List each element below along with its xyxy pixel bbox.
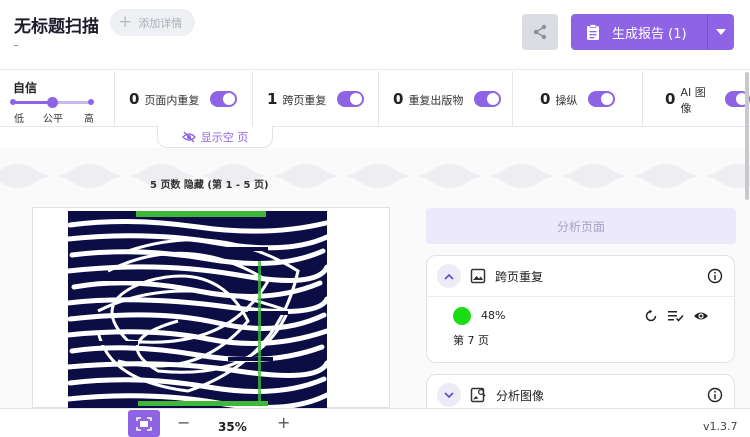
stat-label: 页面内重复 <box>144 94 200 107</box>
confidence-mid-label: 公平 <box>43 114 63 125</box>
match-similarity-indicator <box>453 307 471 325</box>
refresh-button[interactable] <box>642 307 660 325</box>
match-page-link[interactable]: 第 7 页 <box>453 332 489 348</box>
stat-duplicate-publications: 0 重复出版物 <box>378 71 512 127</box>
add-detail-button[interactable]: + 添加详情 <box>110 9 195 36</box>
page-separator-wave <box>0 164 750 196</box>
duplicate-publications-toggle[interactable] <box>474 91 502 107</box>
image-analysis-card-title: 分析图像 <box>496 388 545 403</box>
stat-count: 1 <box>267 90 278 108</box>
image-search-icon <box>470 387 486 403</box>
add-detail-label: 添加详情 <box>138 16 183 30</box>
stat-count: 0 <box>540 90 551 108</box>
stat-label: 操纵 <box>555 94 578 107</box>
stat-count: 0 <box>665 90 676 108</box>
stat-label: AI 图像 <box>680 86 706 115</box>
stat-count: 0 <box>393 90 404 108</box>
stat-label: 跨页重复 <box>282 94 327 107</box>
zoom-out-button[interactable]: − <box>177 413 190 432</box>
confidence-slider-group: 自信 低 公平 高 <box>0 71 112 127</box>
within-page-toggle[interactable] <box>210 91 238 107</box>
vertical-scrollbar[interactable] <box>745 72 749 200</box>
image-icon <box>470 268 486 284</box>
info-icon[interactable] <box>707 387 723 403</box>
info-icon[interactable] <box>707 268 723 284</box>
review-list-button[interactable] <box>667 307 685 325</box>
clipboard-icon <box>587 23 599 40</box>
hidden-pages-label: 5 页数 隐藏 (第 1 - 5 页) <box>150 180 269 191</box>
manipulation-toggle[interactable] <box>588 91 616 107</box>
confidence-high-label: 高 <box>84 114 94 125</box>
stat-cross-page-duplicates: 1 跨页重复 <box>252 71 376 127</box>
plus-icon: + <box>118 12 133 32</box>
zoom-in-button[interactable]: + <box>277 413 290 432</box>
eye-icon <box>694 312 708 320</box>
generate-report-button[interactable]: 生成报告 (1) <box>571 14 707 50</box>
view-match-button[interactable] <box>692 307 710 325</box>
match-percent: 48% <box>481 309 506 322</box>
cross-page-card-header[interactable]: 跨页重复 <box>427 256 734 296</box>
analyze-page-label: 分析页面 <box>556 219 605 234</box>
playlist-check-icon <box>668 311 684 322</box>
stat-label: 重复出版物 <box>408 94 464 107</box>
scanned-page-image[interactable] <box>68 211 327 408</box>
redacted-page-scribble <box>68 211 327 408</box>
stat-within-page-duplicates: 0 页面内重复 <box>114 71 238 127</box>
confidence-low-label: 低 <box>14 114 24 125</box>
app-header: 无标题扫描 + 添加详情 生成报告 (1) <box>0 0 750 70</box>
chevron-down-icon <box>444 391 454 398</box>
fit-to-screen-button[interactable] <box>128 410 160 437</box>
share-button[interactable] <box>522 14 558 50</box>
cross-page-toggle[interactable] <box>337 91 365 107</box>
show-empty-pages-button[interactable]: 显示空 页 <box>157 126 273 148</box>
zoom-level: 35% <box>218 420 247 434</box>
caret-down-icon <box>716 29 726 35</box>
eye-off-icon <box>181 131 196 142</box>
title-underline <box>14 45 18 46</box>
report-dropdown-button[interactable] <box>707 14 734 50</box>
zoom-toolbar <box>0 408 750 437</box>
chevron-up-icon <box>444 273 454 280</box>
stat-manipulation: 0 操纵 <box>512 71 642 127</box>
document-title[interactable]: 无标题扫描 <box>14 12 99 37</box>
expand-button[interactable] <box>437 383 461 407</box>
cross-page-duplicate-card: 跨页重复 48% 第 7 页 <box>426 255 735 363</box>
fit-screen-icon <box>136 416 152 431</box>
confidence-stop-low[interactable] <box>10 99 16 105</box>
confidence-label: 自信 <box>13 81 38 95</box>
share-icon <box>533 24 547 40</box>
show-empty-pages-label: 显示空 页 <box>200 130 249 144</box>
detection-stats-bar: 自信 低 公平 高 0 页面内重复 1 跨页重复 0 重复出版物 0 操纵 0 … <box>0 71 750 127</box>
analyze-page-button[interactable]: 分析页面 <box>426 208 736 244</box>
stat-count: 0 <box>129 90 140 108</box>
stat-ai-images: 0 AI 图像 <box>642 71 750 127</box>
cross-page-card-title: 跨页重复 <box>495 269 544 284</box>
generate-report-label: 生成报告 (1) <box>612 26 687 42</box>
refresh-icon <box>645 309 657 322</box>
card-divider <box>427 296 734 297</box>
collapse-button[interactable] <box>437 264 461 288</box>
confidence-slider-handle[interactable] <box>47 97 58 108</box>
confidence-stop-high[interactable] <box>88 99 94 105</box>
app-version: v1.3.7 <box>703 420 738 433</box>
